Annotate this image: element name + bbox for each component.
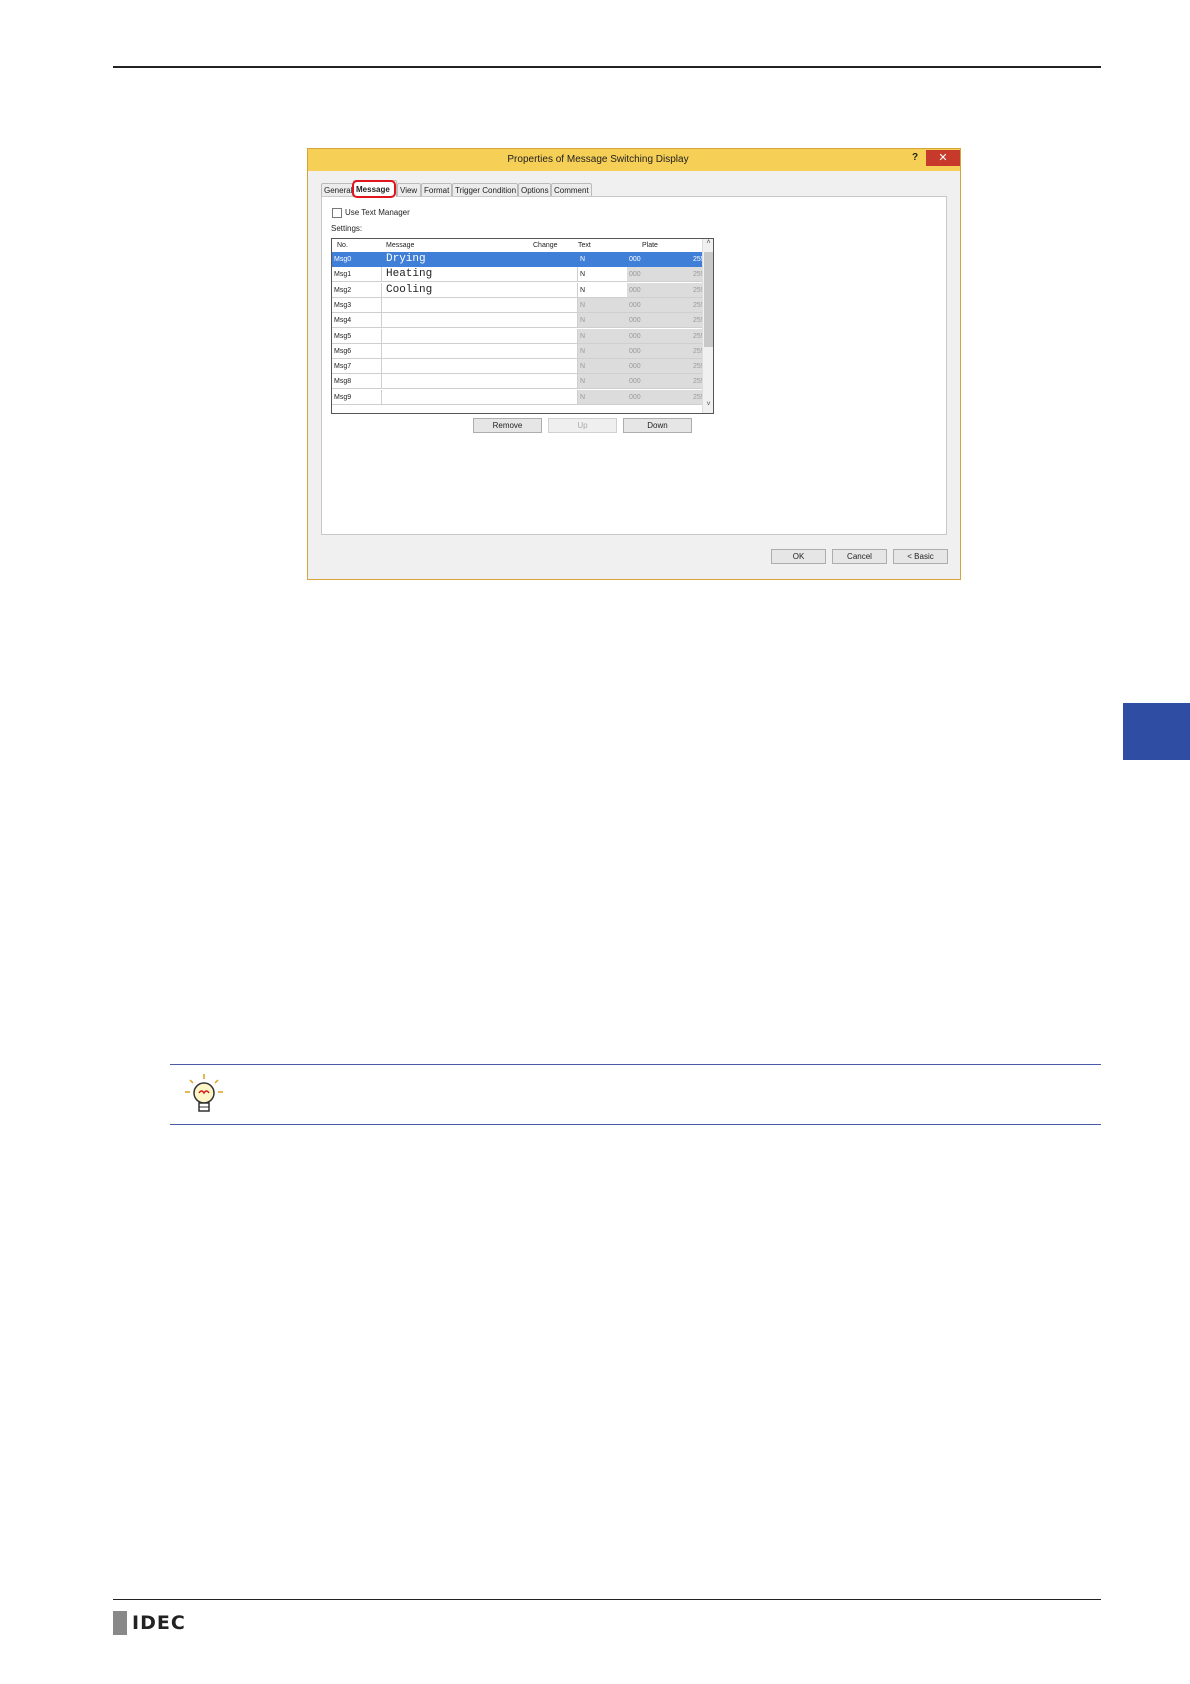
row-message[interactable] bbox=[382, 374, 578, 390]
use-text-manager-label: Use Text Manager bbox=[345, 208, 410, 218]
close-button[interactable]: ✕ bbox=[926, 150, 960, 166]
col-change: Change bbox=[533, 242, 558, 249]
up-button[interactable]: Up bbox=[548, 418, 617, 433]
use-text-manager-checkbox[interactable] bbox=[332, 208, 342, 218]
logo-bar bbox=[113, 1611, 127, 1635]
use-text-manager[interactable]: Use Text Manager bbox=[332, 208, 410, 218]
row-change[interactable]: N bbox=[578, 343, 627, 359]
table-row[interactable]: Msg6 N 000 255 bbox=[332, 343, 713, 359]
properties-dialog: Properties of Message Switching Display … bbox=[307, 148, 961, 580]
tab-comment[interactable]: Comment bbox=[551, 183, 592, 196]
row-change[interactable]: N bbox=[578, 374, 627, 390]
row-no[interactable]: Msg1 bbox=[332, 267, 382, 283]
table-row[interactable]: Msg5 N 000 255 bbox=[332, 328, 713, 344]
row-no[interactable]: Msg4 bbox=[332, 313, 382, 329]
row-message[interactable] bbox=[382, 359, 578, 375]
table-row[interactable]: Msg4 N 000 255 bbox=[332, 313, 713, 329]
row-text-color[interactable]: 000 bbox=[627, 389, 691, 405]
row-text-color[interactable]: 000 bbox=[627, 297, 691, 313]
scroll-thumb[interactable] bbox=[704, 252, 713, 347]
row-change[interactable]: N bbox=[578, 267, 627, 283]
row-message[interactable] bbox=[382, 343, 578, 359]
ok-button[interactable]: OK bbox=[771, 549, 826, 564]
row-message[interactable] bbox=[382, 313, 578, 329]
row-message[interactable]: Drying bbox=[382, 252, 578, 267]
tab-general[interactable]: General bbox=[321, 183, 353, 196]
row-change[interactable]: N bbox=[578, 389, 627, 405]
tab-options[interactable]: Options bbox=[518, 183, 551, 196]
help-button[interactable]: ? bbox=[912, 152, 918, 163]
message-grid[interactable]: No. Message Change Text Plate Msg0 Drying… bbox=[331, 238, 714, 414]
row-text-color[interactable]: 000 bbox=[627, 313, 691, 329]
grid-scrollbar[interactable]: ˄ ˅ bbox=[702, 239, 713, 413]
message-tab-highlight bbox=[352, 180, 396, 198]
tab-trigger-condition[interactable]: Trigger Condition bbox=[452, 183, 518, 196]
row-text-color[interactable]: 000 bbox=[627, 282, 691, 298]
table-row[interactable]: Msg0 Drying N 000 255 bbox=[332, 252, 713, 267]
basic-button[interactable]: < Basic bbox=[893, 549, 948, 564]
row-no[interactable]: Msg8 bbox=[332, 374, 382, 390]
tip-rule-top bbox=[170, 1064, 1101, 1065]
col-text: Text bbox=[578, 242, 591, 249]
footer-rule bbox=[113, 1599, 1101, 1600]
table-row[interactable]: Msg7 N 000 255 bbox=[332, 359, 713, 375]
scroll-down-icon[interactable]: ˅ bbox=[703, 401, 713, 408]
row-text-color[interactable]: 000 bbox=[627, 328, 691, 344]
row-change[interactable]: N bbox=[578, 313, 627, 329]
tab-view[interactable]: View bbox=[397, 183, 421, 196]
row-message[interactable] bbox=[382, 389, 578, 405]
row-message[interactable] bbox=[382, 297, 578, 313]
row-no[interactable]: Msg0 bbox=[332, 252, 382, 267]
table-row[interactable]: Msg2 Cooling N 000 255 bbox=[332, 282, 713, 298]
chapter-tab bbox=[1123, 703, 1190, 760]
cancel-button[interactable]: Cancel bbox=[832, 549, 887, 564]
row-change[interactable]: N bbox=[578, 359, 627, 375]
col-no: No. bbox=[337, 242, 348, 249]
row-message[interactable] bbox=[382, 328, 578, 344]
grid-header: No. Message Change Text Plate bbox=[332, 239, 702, 253]
row-text-color[interactable]: 000 bbox=[627, 374, 691, 390]
tip-rule-bottom bbox=[170, 1124, 1101, 1125]
table-row[interactable]: Msg9 N 000 255 bbox=[332, 389, 713, 405]
row-change[interactable]: N bbox=[578, 328, 627, 344]
row-message[interactable]: Heating bbox=[382, 267, 578, 283]
row-change[interactable]: N bbox=[578, 297, 627, 313]
table-row[interactable]: Msg1 Heating N 000 255 bbox=[332, 267, 713, 283]
row-change[interactable]: N bbox=[578, 283, 627, 298]
remove-button[interactable]: Remove bbox=[473, 418, 542, 433]
down-button[interactable]: Down bbox=[623, 418, 692, 433]
row-no[interactable]: Msg9 bbox=[332, 389, 382, 405]
settings-label: Settings: bbox=[331, 224, 363, 233]
row-text-color[interactable]: 000 bbox=[627, 343, 691, 359]
scroll-up-icon[interactable]: ˄ bbox=[703, 239, 713, 246]
row-change[interactable]: N bbox=[578, 252, 627, 267]
row-no[interactable]: Msg7 bbox=[332, 359, 382, 375]
dialog-titlebar: Properties of Message Switching Display … bbox=[308, 149, 960, 171]
row-no[interactable]: Msg5 bbox=[332, 328, 382, 344]
table-row[interactable]: Msg3 N 000 255 bbox=[332, 297, 713, 313]
row-text-color[interactable]: 000 bbox=[627, 252, 691, 267]
row-text-color[interactable]: 000 bbox=[627, 359, 691, 375]
row-no[interactable]: Msg6 bbox=[332, 343, 382, 359]
row-no[interactable]: Msg3 bbox=[332, 297, 382, 313]
row-message[interactable]: Cooling bbox=[382, 282, 578, 298]
col-plate: Plate bbox=[642, 242, 658, 249]
tab-format[interactable]: Format bbox=[421, 183, 452, 196]
lightbulb-icon bbox=[185, 1074, 223, 1112]
header-rule bbox=[113, 66, 1101, 68]
row-text-color[interactable]: 000 bbox=[627, 267, 691, 283]
table-row[interactable]: Msg8 N 000 255 bbox=[332, 374, 713, 390]
dialog-title: Properties of Message Switching Display bbox=[507, 154, 689, 165]
col-message: Message bbox=[386, 242, 415, 249]
row-no[interactable]: Msg2 bbox=[332, 282, 382, 298]
logo-text: IDEC bbox=[132, 1612, 186, 1634]
